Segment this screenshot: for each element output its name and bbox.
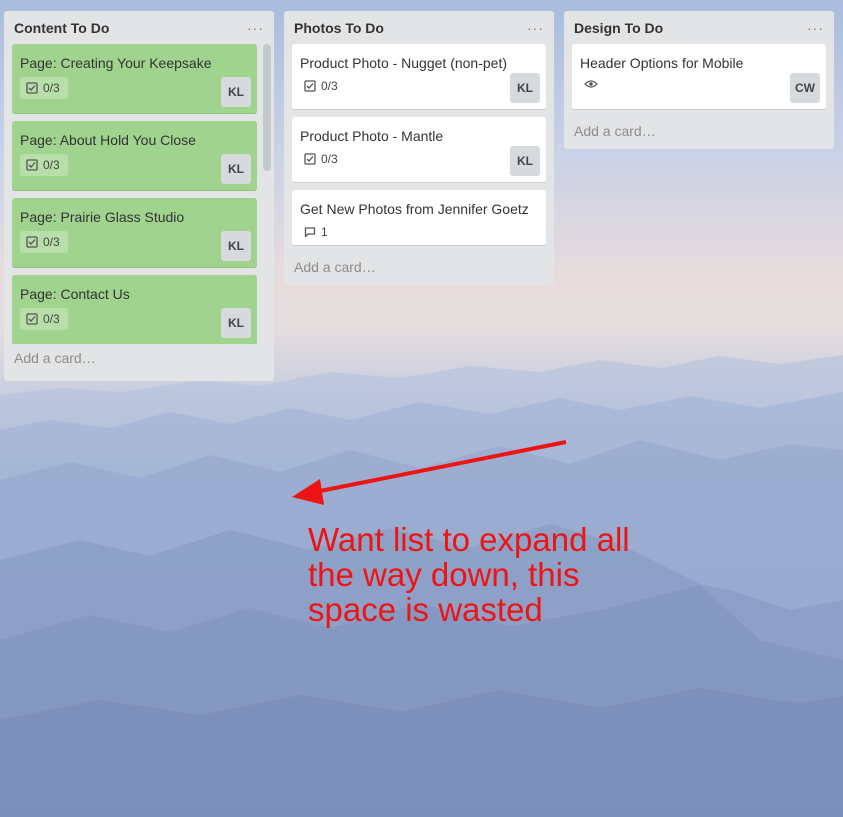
checklist-badge: 0/3 xyxy=(20,154,68,176)
eye-icon xyxy=(584,80,598,88)
card-list: Product Photo - Nugget (non-pet) 0/3 KL … xyxy=(284,44,554,246)
checklist-badge: 0/3 xyxy=(20,231,68,253)
list-content-to-do: Content To Do ··· Page: Creating Your Ke… xyxy=(4,11,274,381)
card-header-options-mobile[interactable]: Header Options for Mobile CW xyxy=(572,44,826,110)
list-title[interactable]: Design To Do xyxy=(574,20,663,36)
list-photos-to-do: Photos To Do ··· Product Photo - Nugget … xyxy=(284,11,554,285)
checklist-badge: 0/3 xyxy=(20,77,68,99)
annotation-arrow xyxy=(292,440,567,505)
avatar[interactable]: KL xyxy=(221,77,251,107)
checklist-icon xyxy=(304,80,316,92)
card-product-photo-nugget[interactable]: Product Photo - Nugget (non-pet) 0/3 KL xyxy=(292,44,546,110)
list-menu-icon[interactable]: ··· xyxy=(527,21,544,35)
add-card-link[interactable]: Add a card… xyxy=(284,253,554,285)
list-header: Design To Do ··· xyxy=(564,11,834,44)
avatar[interactable]: KL xyxy=(221,231,251,261)
checklist-badge: 0/3 xyxy=(300,150,342,168)
comments-badge: 1 xyxy=(300,223,332,241)
list-design-to-do: Design To Do ··· Header Options for Mobi… xyxy=(564,11,834,149)
checklist-icon xyxy=(26,82,38,94)
card-title: Page: Creating Your Keepsake xyxy=(20,55,212,71)
list-title[interactable]: Photos To Do xyxy=(294,20,384,36)
card-title: Get New Photos from Jennifer Goetz xyxy=(300,201,529,217)
checklist-icon xyxy=(26,236,38,248)
card-list: Header Options for Mobile CW xyxy=(564,44,834,110)
avatar[interactable]: KL xyxy=(510,146,540,176)
card-about-hold-you-close[interactable]: Page: About Hold You Close 0/3 KL xyxy=(12,121,257,191)
checklist-badge: 0/3 xyxy=(300,77,342,95)
card-contact-us[interactable]: Page: Contact Us 0/3 KL xyxy=(12,275,257,344)
card-prairie-glass-studio[interactable]: Page: Prairie Glass Studio 0/3 KL xyxy=(12,198,257,268)
checklist-icon xyxy=(26,313,38,325)
avatar[interactable]: KL xyxy=(221,154,251,184)
avatar[interactable]: KL xyxy=(510,73,540,103)
card-title: Page: About Hold You Close xyxy=(20,132,196,148)
card-creating-your-keepsake[interactable]: Page: Creating Your Keepsake 0/3 KL xyxy=(12,44,257,114)
list-menu-icon[interactable]: ··· xyxy=(807,21,824,35)
add-card-link[interactable]: Add a card… xyxy=(564,117,834,149)
annotation-note: Want list to expand all the way down, th… xyxy=(308,521,630,628)
card-title: Page: Prairie Glass Studio xyxy=(20,209,185,225)
card-get-new-photos[interactable]: Get New Photos from Jennifer Goetz 1 xyxy=(292,190,546,246)
add-card-link[interactable]: Add a card… xyxy=(4,344,274,376)
avatar[interactable]: CW xyxy=(790,73,820,103)
card-list: Page: Creating Your Keepsake 0/3 KL Page… xyxy=(4,44,274,344)
scroll-thumb[interactable] xyxy=(263,44,271,171)
list-header: Content To Do ··· xyxy=(4,11,274,44)
card-title: Page: Contact Us xyxy=(20,286,130,302)
watching-badge xyxy=(580,77,607,91)
list-header: Photos To Do ··· xyxy=(284,11,554,44)
card-title: Product Photo - Mantle xyxy=(300,128,444,144)
card-title: Header Options for Mobile xyxy=(580,55,744,71)
card-product-photo-mantle[interactable]: Product Photo - Mantle 0/3 KL xyxy=(292,117,546,183)
list-menu-icon[interactable]: ··· xyxy=(247,21,264,35)
list-scrollbar[interactable] xyxy=(263,44,271,344)
checklist-icon xyxy=(26,159,38,171)
card-title: Product Photo - Nugget (non-pet) xyxy=(300,55,508,71)
list-title[interactable]: Content To Do xyxy=(14,20,109,36)
checklist-badge: 0/3 xyxy=(20,308,68,330)
avatar[interactable]: KL xyxy=(221,308,251,338)
checklist-icon xyxy=(304,153,316,165)
comment-icon xyxy=(304,227,316,238)
